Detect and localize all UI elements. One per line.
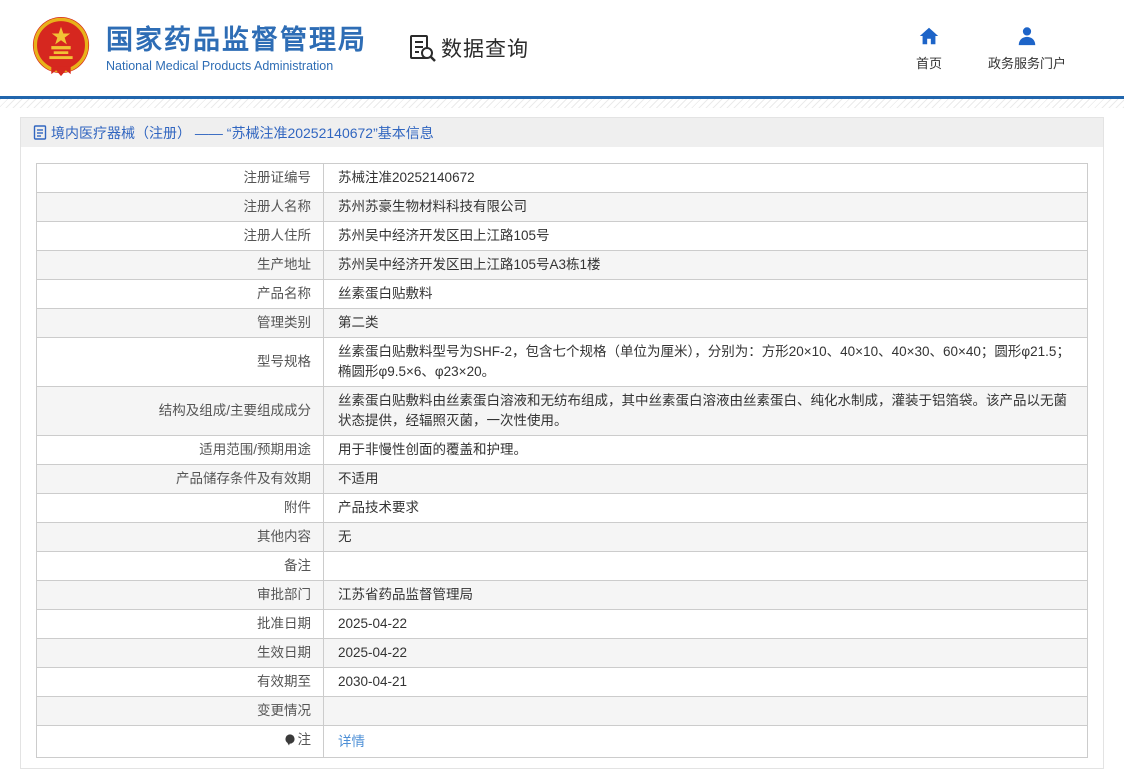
table-row: 注册人住所 苏州吴中经济开发区田上江路105号: [36, 221, 1088, 251]
table-row: 适用范围/预期用途 用于非慢性创面的覆盖和护理。: [36, 435, 1088, 465]
field-value: 2025-04-22: [323, 609, 1088, 639]
field-value: 江苏省药品监督管理局: [323, 580, 1088, 610]
field-label: 批准日期: [36, 609, 324, 639]
breadcrumb: 境内医疗器械（注册） —— “苏械注准20252140672”基本信息: [21, 118, 1103, 147]
field-label: 变更情况: [36, 696, 324, 726]
field-label: 其他内容: [36, 522, 324, 552]
hatch-texture-strip: [0, 99, 1124, 108]
org-titles: 国家药品监督管理局 National Medical Products Admi…: [106, 24, 367, 73]
field-value: 不适用: [323, 464, 1088, 494]
field-value: 产品技术要求: [323, 493, 1088, 523]
detail-link[interactable]: 详情: [338, 734, 365, 749]
field-label: 注册人名称: [36, 192, 324, 222]
field-value: 丝素蛋白贴敷料型号为SHF-2，包含七个规格（单位为厘米），分别为：方形20×1…: [323, 337, 1088, 387]
field-label: 生产地址: [36, 250, 324, 280]
nav-item-home[interactable]: 首页: [916, 25, 942, 72]
field-label: 有效期至: [36, 667, 324, 697]
field-label: 结构及组成/主要组成成分: [36, 386, 324, 436]
table-row: 生效日期 2025-04-22: [36, 638, 1088, 668]
home-icon: [919, 27, 939, 44]
bulb-icon: [284, 734, 295, 746]
field-label: 管理类别: [36, 308, 324, 338]
table-row: 审批部门 江苏省药品监督管理局: [36, 580, 1088, 610]
field-label: 注册证编号: [36, 163, 324, 193]
table-row-note: 注 详情: [36, 725, 1088, 758]
field-label: 产品名称: [36, 279, 324, 309]
table-row: 型号规格 丝素蛋白贴敷料型号为SHF-2，包含七个规格（单位为厘米），分别为：方…: [36, 337, 1088, 387]
data-query-link[interactable]: 数据查询: [407, 33, 529, 63]
field-label: 审批部门: [36, 580, 324, 610]
field-value: 苏州苏豪生物材料科技有限公司: [323, 192, 1088, 222]
field-label: 产品储存条件及有效期: [36, 464, 324, 494]
note-label-text: 注: [297, 732, 312, 747]
user-icon: [1018, 26, 1036, 45]
nav-item-label: 首页: [915, 55, 942, 71]
field-value: [323, 551, 1088, 581]
field-label: 型号规格: [36, 337, 324, 387]
document-icon: [33, 125, 47, 140]
site-header: 国家药品监督管理局 National Medical Products Admi…: [0, 0, 1124, 96]
field-value: 苏州吴中经济开发区田上江路105号: [323, 221, 1088, 251]
nav-item-label: 政务服务门户: [987, 55, 1066, 71]
registration-info-table: 注册证编号 苏械注准20252140672 注册人名称 苏州苏豪生物材料科技有限…: [36, 163, 1088, 758]
field-value: 详情: [323, 725, 1088, 758]
data-query-label: 数据查询: [441, 38, 529, 61]
site-logo[interactable]: 国家药品监督管理局 National Medical Products Admi…: [30, 16, 367, 80]
table-row: 产品储存条件及有效期 不适用: [36, 464, 1088, 494]
field-label: 备注: [36, 551, 324, 581]
field-value: 2030-04-21: [323, 667, 1088, 697]
field-value: 第二类: [323, 308, 1088, 338]
table-row: 生产地址 苏州吴中经济开发区田上江路105号A3栋1楼: [36, 250, 1088, 280]
table-row: 有效期至 2030-04-21: [36, 667, 1088, 697]
page-title: 境内医疗器械（注册） —— “苏械注准20252140672”基本信息: [51, 124, 434, 141]
table-row: 注册人名称 苏州苏豪生物材料科技有限公司: [36, 192, 1088, 222]
header-nav: 首页 政务服务门户: [916, 25, 1066, 72]
field-label: 注册人住所: [36, 221, 324, 251]
table-row: 附件 产品技术要求: [36, 493, 1088, 523]
field-label: 生效日期: [36, 638, 324, 668]
nav-item-portal[interactable]: 政务服务门户: [988, 25, 1066, 72]
table-row: 批准日期 2025-04-22: [36, 609, 1088, 639]
org-name-en: National Medical Products Administration: [106, 58, 334, 73]
field-value: [323, 696, 1088, 726]
field-label: 附件: [36, 493, 324, 523]
field-label: 适用范围/预期用途: [36, 435, 324, 465]
field-label: 注: [36, 725, 324, 758]
field-value: 丝素蛋白贴敷料: [323, 279, 1088, 309]
field-value: 苏械注准20252140672: [323, 163, 1088, 193]
field-value: 丝素蛋白贴敷料由丝素蛋白溶液和无纺布组成，其中丝素蛋白溶液由丝素蛋白、纯化水制成…: [323, 386, 1088, 436]
national-emblem-icon: [32, 17, 90, 77]
table-row: 产品名称 丝素蛋白贴敷料: [36, 279, 1088, 309]
table-row: 其他内容 无: [36, 522, 1088, 552]
field-value: 无: [323, 522, 1088, 552]
field-value: 2025-04-22: [323, 638, 1088, 668]
content-container: 境内医疗器械（注册） —— “苏械注准20252140672”基本信息 注册证编…: [20, 117, 1104, 769]
table-row: 结构及组成/主要组成成分 丝素蛋白贴敷料由丝素蛋白溶液和无纺布组成，其中丝素蛋白…: [36, 386, 1088, 436]
table-row: 变更情况: [36, 696, 1088, 726]
table-row: 备注: [36, 551, 1088, 581]
table-row: 注册证编号 苏械注准20252140672: [36, 163, 1088, 193]
document-search-icon: [410, 35, 436, 62]
table-row: 管理类别 第二类: [36, 308, 1088, 338]
org-name-cn: 国家药品监督管理局: [106, 24, 367, 55]
field-value: 苏州吴中经济开发区田上江路105号A3栋1楼: [323, 250, 1088, 280]
field-value: 用于非慢性创面的覆盖和护理。: [323, 435, 1088, 465]
